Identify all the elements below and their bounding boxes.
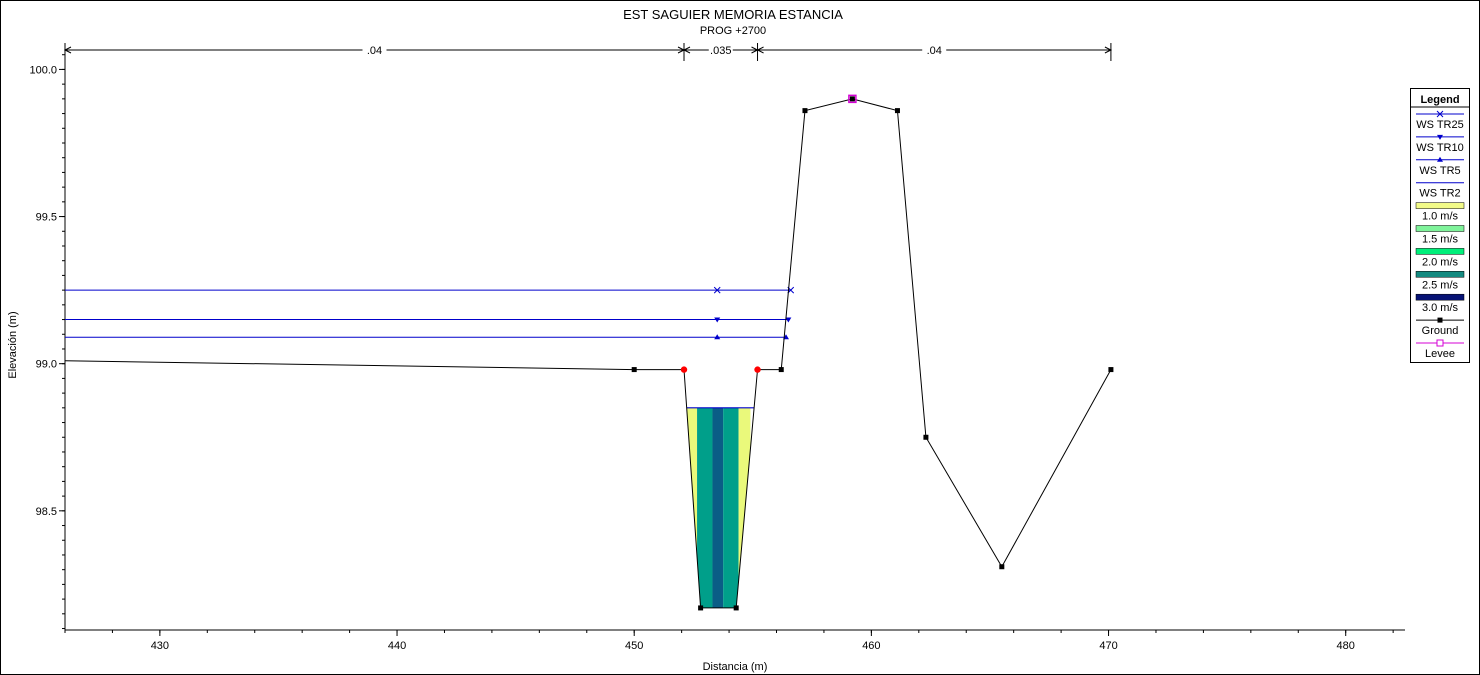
legend-item: Levee	[1416, 339, 1464, 360]
legend-item: 3.0 m/s	[1415, 293, 1465, 314]
chart-title: EST SAGUIER MEMORIA ESTANCIA	[623, 7, 843, 22]
legend-swatch	[1415, 271, 1465, 278]
legend-label: WS TR10	[1416, 142, 1463, 154]
legend-label: WS TR5	[1419, 165, 1460, 177]
legend-marker	[1437, 317, 1443, 323]
y-tick-label: 99.0	[36, 359, 57, 371]
legend-swatch	[1415, 293, 1465, 301]
legend-marker	[1436, 339, 1444, 347]
ground-point	[923, 434, 929, 440]
ground-point	[733, 605, 739, 611]
legend-graphic: Legend WS TR25 WS TR10 WS TR5 WS TR2 1.0 m/s 1…	[1411, 94, 1469, 383]
velocity-strip	[712, 407, 724, 608]
legend-label: 2.0 m/s	[1422, 256, 1459, 268]
velocity-strip	[686, 407, 698, 608]
manning-n-markers: .04 .035 .04	[63, 43, 1113, 61]
legend-swatch	[1415, 248, 1465, 255]
legend-item: 1.0 m/s	[1415, 202, 1465, 223]
bank-station-point	[680, 366, 688, 373]
legend-item: WS TR2	[1416, 182, 1464, 200]
y-axis-label: Elevación (m)	[7, 311, 19, 378]
legend-label: Levee	[1425, 348, 1455, 360]
legend-label: Ground	[1422, 325, 1459, 337]
legend-label: 2.5 m/s	[1422, 279, 1459, 291]
cross-section-chart: EST SAGUIER MEMORIA ESTANCIA PROG +2700 …	[7, 7, 1405, 673]
ground-point	[1108, 367, 1114, 373]
legend-item: Ground	[1416, 317, 1464, 337]
legend-label: WS TR2	[1419, 188, 1460, 200]
legend: Legend WS TR25 WS TR10 WS TR5 WS TR2 1.0 m/s 1…	[1410, 88, 1470, 383]
velocity-strips	[686, 407, 751, 608]
legend-swatch	[1415, 202, 1465, 209]
legend-label: 3.0 m/s	[1422, 302, 1459, 314]
manning-label: .035	[710, 45, 731, 57]
ground-point	[894, 108, 900, 114]
legend-item: 2.0 m/s	[1415, 248, 1465, 268]
y-tick-label: 100.0	[29, 64, 57, 76]
legend-item: WS TR10	[1416, 134, 1464, 154]
legend-item: WS TR5	[1416, 156, 1464, 177]
legend-label: 1.0 m/s	[1422, 211, 1459, 223]
manning-label: .04	[927, 45, 942, 57]
ground-point	[698, 605, 704, 611]
x-axis-label: Distancia (m)	[703, 661, 768, 673]
x-tick-label: 480	[1337, 640, 1355, 652]
ground-point	[631, 367, 637, 373]
y-tick-label: 98.5	[36, 506, 57, 518]
legend-item: 1.5 m/s	[1415, 225, 1465, 246]
ground-point	[778, 367, 784, 373]
legend-label: WS TR25	[1416, 119, 1463, 131]
velocity-strip	[697, 407, 713, 608]
ground-profile	[64, 94, 1114, 611]
x-tick-label: 470	[1099, 640, 1117, 652]
ground-point	[999, 564, 1005, 570]
bank-station-point	[754, 366, 761, 373]
ground-point	[849, 96, 855, 102]
legend-title: Legend	[1420, 94, 1459, 106]
x-tick-label: 450	[625, 640, 643, 652]
velocity-strip	[738, 407, 751, 608]
ground-point	[802, 108, 808, 114]
legend-item: WS TR25	[1416, 110, 1464, 131]
x-tick-label: 430	[151, 640, 169, 652]
legend-swatch	[1415, 225, 1465, 232]
x-tick-label: 460	[862, 640, 880, 652]
y-tick-label: 99.5	[36, 212, 57, 224]
x-tick-label: 440	[388, 640, 406, 652]
water-surface-lines	[65, 286, 795, 409]
velocity-strip	[723, 407, 739, 608]
chart-subtitle: PROG +2700	[700, 25, 766, 37]
legend-item: 2.5 m/s	[1415, 271, 1465, 291]
ground-line	[64, 98, 1112, 609]
legend-label: 1.5 m/s	[1422, 234, 1459, 246]
manning-label: .04	[367, 45, 382, 57]
